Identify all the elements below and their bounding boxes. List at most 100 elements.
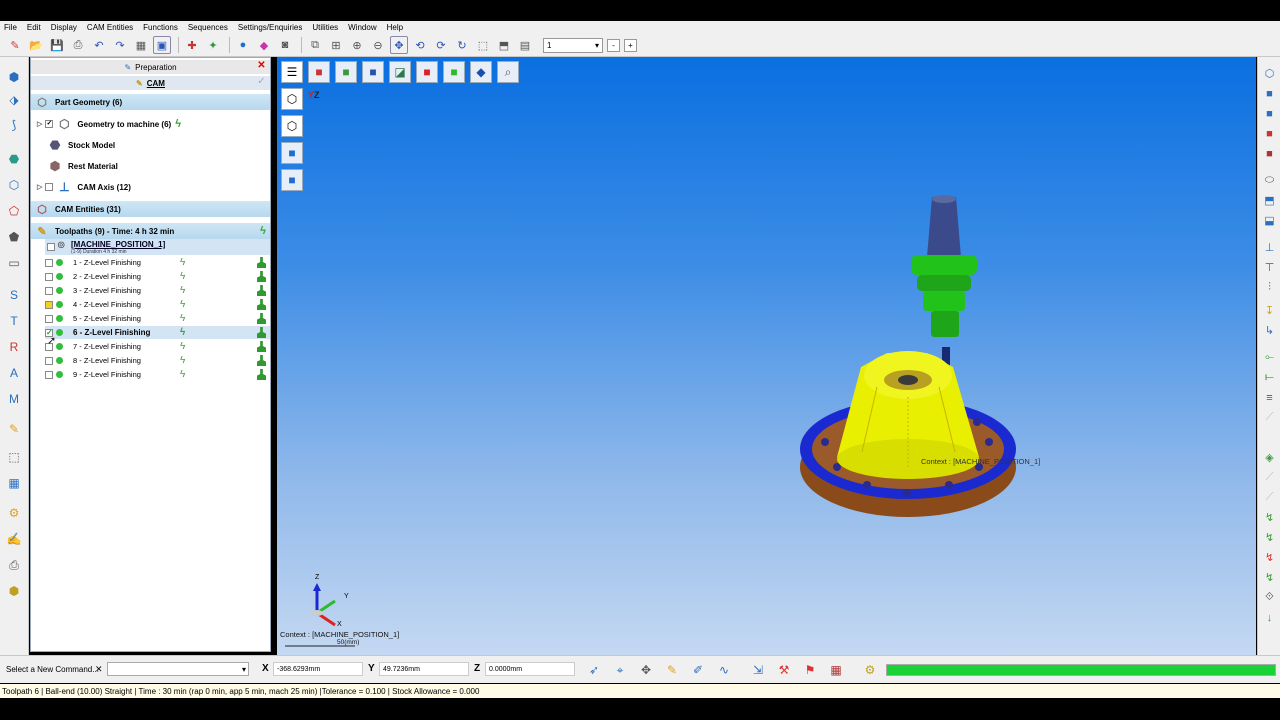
contour-icon[interactable]: ⟆: [4, 115, 24, 135]
edit-icon[interactable]: ✎: [663, 661, 681, 679]
toolpath-checkbox[interactable]: [45, 314, 53, 323]
select-pointer-icon[interactable]: ➶: [585, 661, 603, 679]
print-setup-icon[interactable]: ⎙: [4, 555, 24, 575]
undo-icon[interactable]: ↶: [90, 36, 108, 54]
cam-entities-header[interactable]: ⬡ CAM Entities (31): [31, 201, 270, 217]
menu-help[interactable]: Help: [387, 23, 403, 32]
view-right-icon[interactable]: ■: [1261, 125, 1278, 142]
check-tool-icon[interactable]: ◈: [1261, 449, 1278, 466]
toolpath-checkbox[interactable]: [45, 258, 53, 267]
cam-axis-checkbox[interactable]: [45, 183, 54, 191]
cutter-icon[interactable]: ⚒: [775, 661, 793, 679]
minus-button[interactable]: -: [607, 38, 620, 52]
list-icon[interactable]: ≡: [1261, 389, 1278, 406]
down-arrow-icon[interactable]: ↓: [1261, 609, 1278, 626]
measure-icon[interactable]: ⊥: [1261, 239, 1278, 256]
rest-icon[interactable]: R: [4, 337, 24, 357]
orbit-icon[interactable]: ↻: [453, 36, 471, 54]
tool-icon[interactable]: T: [4, 311, 24, 331]
output-icon[interactable]: ✍: [4, 529, 24, 549]
finishing-icon[interactable]: ⬠: [4, 201, 24, 221]
toolpath-row[interactable]: 2 - Z-Level Finishing ϟ: [45, 270, 270, 283]
layer-icon[interactable]: ⬒: [1261, 192, 1278, 209]
toolpaths-header[interactable]: ✎ Toolpaths (9) - Time: 4 h 32 min ϟ: [31, 223, 270, 239]
view-top-icon[interactable]: ■: [1261, 85, 1278, 102]
x-coord-field[interactable]: -368.6293mm: [273, 662, 363, 676]
path-edit-icon[interactable]: ⟋: [1261, 469, 1278, 486]
zoom-window-icon[interactable]: ⊞: [327, 36, 345, 54]
join-icon[interactable]: ⟐: [1261, 589, 1278, 606]
menu-window[interactable]: Window: [348, 23, 376, 32]
toolpath-row[interactable]: 3 - Z-Level Finishing ϟ: [45, 284, 270, 297]
zoom-out-icon[interactable]: ⊖: [369, 36, 387, 54]
sequence-icon[interactable]: ⟝: [1261, 369, 1278, 386]
move-icon[interactable]: ✥: [637, 661, 655, 679]
stock-model-node[interactable]: ⬣ Stock Model: [47, 137, 115, 153]
profile-icon[interactable]: ▭: [4, 253, 24, 273]
toolpath-checkbox[interactable]: [45, 272, 53, 281]
part-geometry-header[interactable]: ⬡ Part Geometry (6): [31, 94, 270, 110]
split-icon[interactable]: ↯: [1261, 569, 1278, 586]
axis-tool-icon[interactable]: A: [4, 363, 24, 383]
axis-icon[interactable]: ✚: [183, 36, 201, 54]
toolpath-row-selected[interactable]: ✓ 6 - Z-Level Finishing ϟ: [45, 326, 270, 339]
machine-position-checkbox[interactable]: [47, 243, 55, 251]
postprocess-icon[interactable]: ⚙: [4, 503, 24, 523]
menu-display[interactable]: Display: [51, 23, 77, 32]
toolpath-checkbox[interactable]: [45, 356, 53, 365]
stock-icon[interactable]: ⬢: [4, 581, 24, 601]
tab-cam[interactable]: ✎ CAM: [31, 76, 270, 90]
z-coord-field[interactable]: 0.0000mm: [485, 662, 575, 676]
eraser-icon[interactable]: ⬭: [1261, 172, 1278, 189]
view-front-icon[interactable]: ■: [1261, 105, 1278, 122]
close-icon[interactable]: ✕: [256, 60, 267, 71]
y-coord-field[interactable]: 49.7236mm: [379, 662, 469, 676]
trim-icon[interactable]: ⟋: [1261, 489, 1278, 506]
part-icon[interactable]: ⬢: [4, 67, 24, 87]
verify-icon[interactable]: ▦: [4, 473, 24, 493]
tool-path-icon[interactable]: ↧: [1261, 302, 1278, 319]
link-icon[interactable]: ↯: [1261, 549, 1278, 566]
check-icon[interactable]: ✓: [256, 76, 267, 87]
section-icon[interactable]: ⬒: [495, 36, 513, 54]
snap-icon[interactable]: ✦: [204, 36, 222, 54]
print-icon[interactable]: ⎙: [69, 36, 87, 54]
arrow-icon[interactable]: ↳: [1261, 322, 1278, 339]
view-iso-icon[interactable]: ⬡: [1261, 65, 1278, 82]
render-icon[interactable]: ◆: [255, 36, 273, 54]
reverse-icon[interactable]: ↯: [1261, 529, 1278, 546]
expand-icon[interactable]: ▷: [37, 120, 42, 128]
stock-add-icon[interactable]: ⚑: [801, 661, 819, 679]
shade-icon[interactable]: ●: [234, 36, 252, 54]
plus-button[interactable]: +: [624, 38, 637, 52]
rotate-icon[interactable]: ⟲: [411, 36, 429, 54]
geometry-checkbox[interactable]: ✓: [45, 120, 54, 128]
menu-utilities[interactable]: Utilities: [312, 23, 338, 32]
menu-sequences[interactable]: Sequences: [188, 23, 228, 32]
window-icon[interactable]: ▣: [153, 36, 171, 54]
new-file-icon[interactable]: ✎: [6, 36, 24, 54]
export-icon[interactable]: ⇲: [749, 661, 767, 679]
curve-icon[interactable]: ∿: [715, 661, 733, 679]
save-icon[interactable]: 💾: [48, 36, 66, 54]
image-icon[interactable]: ▤: [516, 36, 534, 54]
toolpath-row[interactable]: 8 - Z-Level Finishing ϟ: [45, 354, 270, 367]
tab-preparation[interactable]: ✎ Preparation: [31, 60, 270, 74]
surface-icon[interactable]: S: [4, 285, 24, 305]
feature-icon[interactable]: ⟜: [1261, 349, 1278, 366]
zlevel-icon[interactable]: ⬟: [4, 227, 24, 247]
pen-icon[interactable]: ✐: [689, 661, 707, 679]
dimension-icon[interactable]: ⊤: [1261, 259, 1278, 276]
info-icon[interactable]: ⫶: [1261, 279, 1278, 296]
toolpath-checkbox[interactable]: [45, 286, 53, 295]
roughing-icon[interactable]: ⬡: [4, 175, 24, 195]
simulate-icon[interactable]: ✎: [4, 419, 24, 439]
calculate-icon[interactable]: ⚙: [861, 661, 879, 679]
command-input[interactable]: ▾: [107, 662, 249, 676]
ruler-icon[interactable]: ⟋: [1261, 409, 1278, 426]
toolpath-row[interactable]: 5 - Z-Level Finishing ϟ: [45, 312, 270, 325]
machine-icon[interactable]: M: [4, 389, 24, 409]
toolpath-row[interactable]: 7 - Z-Level Finishing ϟ: [45, 340, 270, 353]
close-icon[interactable]: ✕: [95, 664, 103, 675]
rest-material-node[interactable]: ⬢ Rest Material: [47, 158, 118, 174]
